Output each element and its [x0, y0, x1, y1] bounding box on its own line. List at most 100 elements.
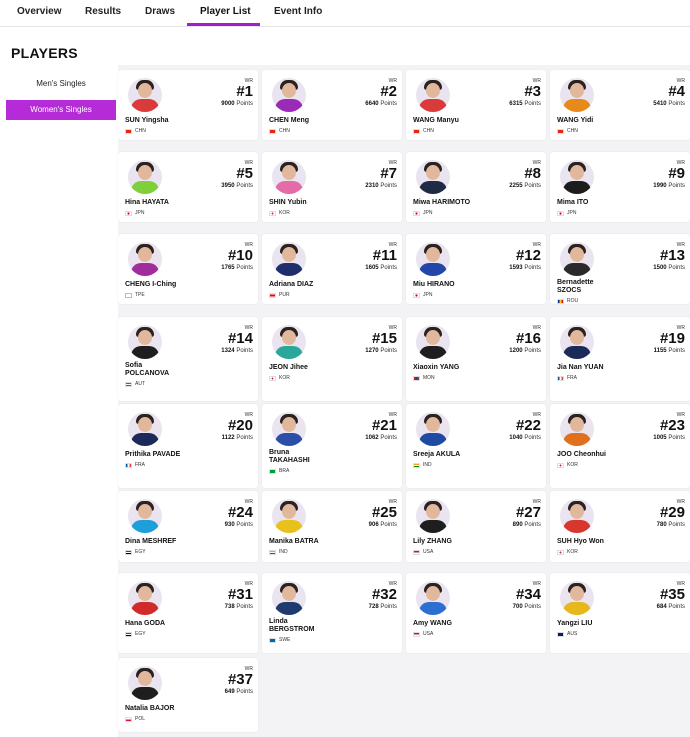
tab-player-list[interactable]: Player List	[200, 6, 251, 17]
player-card[interactable]: WR #3 6315 Points WANG Manyu CHN	[406, 70, 546, 140]
player-name[interactable]: Sreeja AKULA	[413, 451, 460, 459]
player-country: CHN	[413, 128, 434, 134]
flag-fra-icon	[125, 462, 132, 468]
player-name[interactable]: Miu HIRANO	[413, 281, 455, 289]
player-card[interactable]: WR #5 3950 Points Hina HAYATA JPN	[118, 152, 258, 222]
player-card[interactable]: WR #1 9000 Points SUN Yingsha CHN	[118, 70, 258, 140]
player-card[interactable]: WR #34 700 Points Amy WANG USA	[406, 573, 546, 653]
player-name[interactable]: JEON Jihee	[269, 364, 308, 372]
player-card[interactable]: WR #24 930 Points Dina MESHREF EGY	[118, 491, 258, 562]
player-card[interactable]: WR #22 1040 Points Sreeja AKULA IND	[406, 404, 546, 488]
player-card[interactable]: WR #10 1765 Points CHENG I-Ching TPE	[118, 234, 258, 304]
ranking-points: 1605 Points	[365, 265, 397, 271]
player-name[interactable]: Yangzi LIU	[557, 620, 592, 628]
sidebar-item-mens-singles[interactable]: Men's Singles	[6, 74, 116, 94]
world-ranking: #14	[227, 330, 253, 347]
player-card[interactable]: WR #16 1200 Points Xiaoxin YANG MON	[406, 317, 546, 401]
tab-draws[interactable]: Draws	[145, 6, 175, 17]
tab-event-info[interactable]: Event Info	[274, 6, 322, 17]
player-card[interactable]: WR #11 1605 Points Adriana DIAZ PUR	[262, 234, 402, 304]
player-name[interactable]: Natalia BAJOR	[125, 705, 174, 713]
player-name[interactable]: WANG Yidi	[557, 117, 593, 125]
country-code: CHN	[567, 128, 578, 134]
ranking-points: 1765 Points	[221, 265, 253, 271]
player-country: CHN	[125, 128, 146, 134]
world-ranking: #37	[227, 671, 253, 688]
player-name[interactable]: CHENG I-Ching	[125, 281, 176, 289]
player-name[interactable]: Dina MESHREF	[125, 538, 176, 546]
player-name[interactable]: Mima ITO	[557, 199, 588, 207]
world-ranking: #27	[515, 504, 541, 521]
player-card[interactable]: WR #12 1593 Points Miu HIRANO JPN	[406, 234, 546, 304]
player-card[interactable]: WR #20 1122 Points Prithika PAVADE FRA	[118, 404, 258, 488]
player-card[interactable]: WR #14 1324 Points Sofia POLCANOVA AUT	[118, 317, 258, 401]
player-name[interactable]: Bernadette SZOCS	[557, 279, 594, 295]
player-name[interactable]: Jia Nan YUAN	[557, 364, 604, 372]
player-name[interactable]: Linda BERGSTROM	[269, 618, 315, 634]
player-card[interactable]: WR #32 728 Points Linda BERGSTROM SWE	[262, 573, 402, 653]
player-country: FRA	[557, 375, 577, 381]
tab-overview[interactable]: Overview	[17, 6, 61, 17]
player-card[interactable]: WR #9 1990 Points Mima ITO JPN	[550, 152, 690, 222]
player-photo	[128, 242, 162, 276]
ranking-points: 780 Points	[656, 522, 685, 528]
player-country: TPE	[125, 292, 145, 298]
player-card[interactable]: WR #19 1155 Points Jia Nan YUAN FRA	[550, 317, 690, 401]
player-photo	[560, 499, 594, 533]
player-country: POL	[125, 716, 145, 722]
player-card[interactable]: WR #37 649 Points Natalia BAJOR POL	[118, 658, 258, 732]
player-country: AUS	[557, 631, 577, 637]
player-photo	[128, 499, 162, 533]
player-card[interactable]: WR #35 684 Points Yangzi LIU AUS	[550, 573, 690, 653]
flag-kor-icon	[269, 210, 276, 216]
player-name[interactable]: Amy WANG	[413, 620, 452, 628]
player-card[interactable]: WR #7 2310 Points SHIN Yubin KOR	[262, 152, 402, 222]
flag-chn-icon	[269, 128, 276, 134]
player-name[interactable]: Hana GODA	[125, 620, 165, 628]
country-code: USA	[423, 631, 434, 637]
player-card[interactable]: WR #15 1270 Points JEON Jihee KOR	[262, 317, 402, 401]
player-country: ROU	[557, 298, 578, 304]
player-card[interactable]: WR #31 738 Points Hana GODA EGY	[118, 573, 258, 653]
player-name[interactable]: Adriana DIAZ	[269, 281, 313, 289]
player-card[interactable]: WR #21 1062 Points Bruna TAKAHASHI BRA	[262, 404, 402, 488]
player-country: KOR	[557, 549, 578, 555]
player-name[interactable]: Miwa HARIMOTO	[413, 199, 470, 207]
player-photo	[128, 78, 162, 112]
player-card[interactable]: WR #29 780 Points SUH Hyo Won KOR	[550, 491, 690, 562]
player-name[interactable]: Sofia POLCANOVA	[125, 362, 169, 378]
player-card[interactable]: WR #13 1500 Points Bernadette SZOCS ROU	[550, 234, 690, 304]
country-code: JPN	[135, 210, 145, 216]
player-name[interactable]: CHEN Meng	[269, 117, 309, 125]
player-card[interactable]: WR #23 1005 Points JOO Cheonhui KOR	[550, 404, 690, 488]
player-name[interactable]: JOO Cheonhui	[557, 451, 606, 459]
player-photo	[272, 581, 306, 615]
player-name[interactable]: SUH Hyo Won	[557, 538, 604, 546]
player-name[interactable]: Manika BATRA	[269, 538, 319, 546]
player-card[interactable]: WR #8 2255 Points Miwa HARIMOTO JPN	[406, 152, 546, 222]
player-card[interactable]: WR #2 6640 Points CHEN Meng CHN	[262, 70, 402, 140]
player-country: KOR	[269, 375, 290, 381]
flag-aus-icon	[557, 631, 564, 637]
country-code: EGY	[135, 549, 146, 555]
flag-pol-icon	[125, 716, 132, 722]
world-ranking: #22	[515, 417, 541, 434]
player-name[interactable]: SUN Yingsha	[125, 117, 169, 125]
player-card[interactable]: WR #4 5410 Points WANG Yidi CHN	[550, 70, 690, 140]
player-name[interactable]: Hina HAYATA	[125, 199, 169, 207]
player-card[interactable]: WR #27 890 Points Lily ZHANG USA	[406, 491, 546, 562]
player-name[interactable]: Bruna TAKAHASHI	[269, 449, 310, 465]
sidebar-item-womens-singles[interactable]: Women's Singles	[6, 100, 116, 120]
player-card[interactable]: WR #25 906 Points Manika BATRA IND	[262, 491, 402, 562]
player-name[interactable]: SHIN Yubin	[269, 199, 307, 207]
player-name[interactable]: Xiaoxin YANG	[413, 364, 459, 372]
player-name[interactable]: Prithika PAVADE	[125, 451, 180, 459]
player-name[interactable]: Lily ZHANG	[413, 538, 452, 546]
ranking-points: 2310 Points	[365, 183, 397, 189]
world-ranking: #8	[524, 165, 541, 182]
player-name[interactable]: WANG Manyu	[413, 117, 459, 125]
ranking-points: 906 Points	[368, 522, 397, 528]
country-code: JPN	[567, 210, 577, 216]
tab-results[interactable]: Results	[85, 6, 121, 17]
flag-tpe-icon	[125, 292, 132, 298]
